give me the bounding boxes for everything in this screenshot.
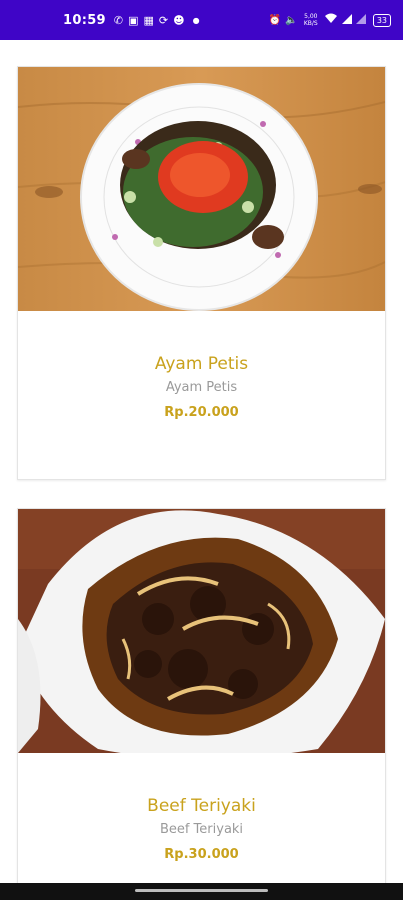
menu-list[interactable]: Ayam Petis Ayam Petis Rp.20.000 Beef Ter… [0,40,403,883]
status-time: 10:59 [63,12,106,28]
status-bar: 10:59 ✆ ▣ ▦ ⟳ ☻ ● ⏰ 🔈 5,00 KB/S 33 [0,0,403,40]
sync-icon: ⟳ [158,13,169,27]
home-indicator[interactable] [135,889,268,892]
battery-icon: 33 [372,13,391,27]
network-speed: 5,00 KB/S [303,13,318,27]
ayam-petis-image [18,67,385,311]
wifi-icon [324,13,338,27]
menu-item-name: Beef Teriyaki [147,796,256,816]
bag-icon: ▣ [128,13,139,27]
alarm-icon: ⏰ [268,14,282,26]
menu-item-price: Rp.20.000 [164,405,239,420]
navigation-bar [0,883,403,900]
menu-item-description: Beef Teriyaki [159,822,244,837]
face-icon: ☻ [173,13,185,27]
dot-icon: ● [192,15,200,25]
system-icons: ⏰ 🔈 5,00 KB/S 33 [269,13,391,27]
menu-card[interactable]: Ayam Petis Ayam Petis Rp.20.000 [17,66,386,480]
signal-icon-2 [355,13,366,27]
beef-teriyaki-image [18,509,385,753]
signal-icon [341,13,352,27]
menu-item-name: Ayam Petis [154,354,249,374]
menu-item-price: Rp.30.000 [164,847,239,862]
menu-card[interactable]: Beef Teriyaki Beef Teriyaki Rp.30.000 [17,508,386,883]
notification-icons: ✆ ▣ ▦ ⟳ ☻ ● [114,14,203,27]
app-icon: ▦ [143,13,154,27]
whatsapp-icon: ✆ [113,13,124,27]
menu-item-description: Ayam Petis [165,380,238,395]
mute-icon: 🔈 [285,14,298,26]
